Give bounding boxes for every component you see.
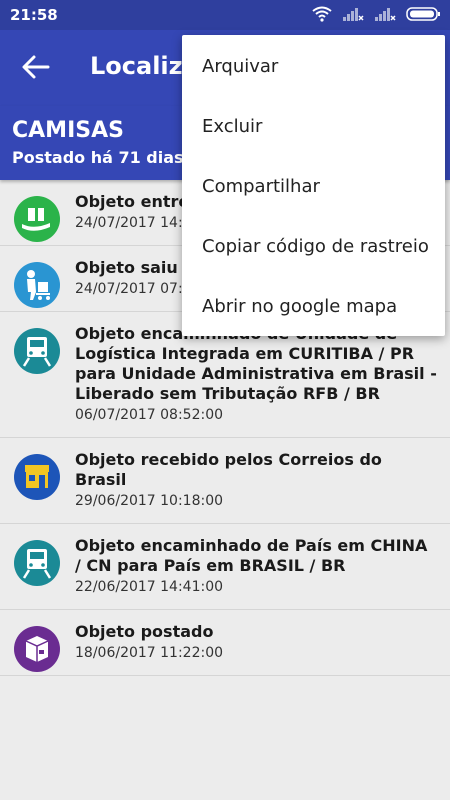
wifi-icon (312, 6, 332, 22)
package-icon (14, 626, 60, 672)
list-item[interactable]: Objeto postado 18/06/2017 11:22:00 (0, 610, 450, 676)
menu-item-compartilhar[interactable]: Compartilhar (182, 157, 445, 217)
event-title: Objeto postado (75, 622, 214, 641)
store-icon (14, 454, 60, 500)
truck-icon (14, 328, 60, 374)
list-item[interactable]: Objeto recebido pelos Correios do Brasil… (0, 438, 450, 524)
event-date: 06/07/2017 08:52:00 (75, 407, 224, 423)
package-name: CAMISAS (12, 118, 124, 143)
delivered-gift-icon (14, 196, 60, 242)
status-time: 21:58 (10, 6, 58, 24)
event-title: Objeto recebido pelos Correios do Brasil (75, 450, 382, 489)
overflow-menu: Arquivar Excluir Compartilhar Copiar cód… (182, 35, 445, 336)
event-title: Objeto encaminhado de País em CHINA / CN… (75, 536, 428, 575)
menu-item-arquivar[interactable]: Arquivar (182, 37, 445, 97)
truck-icon (14, 540, 60, 586)
status-bar: 21:58 (0, 0, 450, 30)
event-date: 22/06/2017 14:41:00 (75, 579, 224, 595)
list-item[interactable]: Objeto encaminhado de País em CHINA / CN… (0, 524, 450, 610)
event-date: 29/06/2017 10:18:00 (75, 493, 224, 509)
courier-cart-icon (14, 262, 60, 308)
battery-icon (406, 7, 440, 21)
menu-item-abrir-mapa[interactable]: Abrir no google mapa (182, 277, 445, 337)
status-icons (312, 6, 442, 22)
menu-item-copiar-codigo[interactable]: Copiar código de rastreio (182, 217, 445, 277)
signal-icon (343, 8, 364, 21)
arrow-back-icon[interactable] (20, 54, 50, 80)
signal-icon (375, 8, 396, 21)
menu-item-excluir[interactable]: Excluir (182, 97, 445, 157)
event-date: 18/06/2017 11:22:00 (75, 645, 224, 661)
